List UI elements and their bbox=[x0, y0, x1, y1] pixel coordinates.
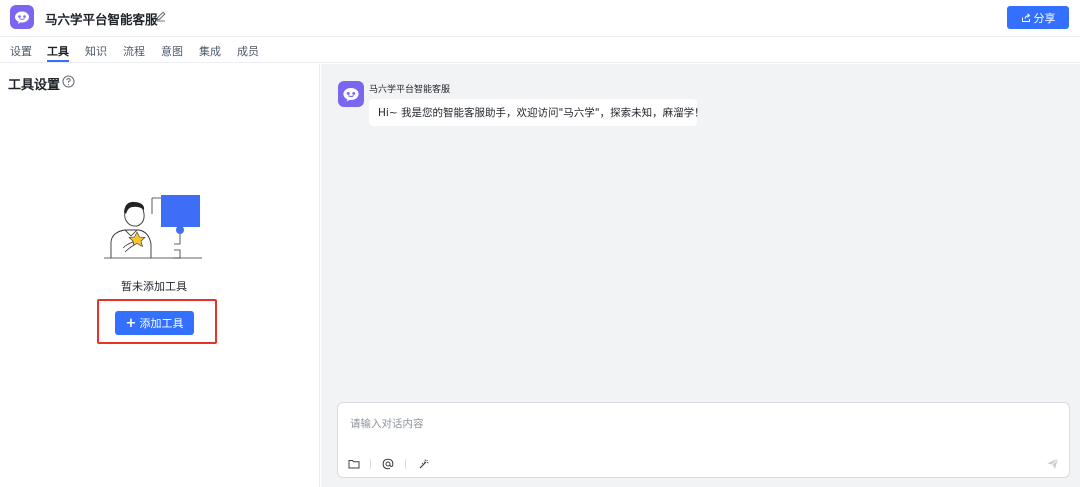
share-icon bbox=[1021, 12, 1030, 22]
tools-panel: 工具设置 暂未添加工具 + 添加工具 bbox=[0, 64, 320, 487]
app-title: 马六学平台智能客服 bbox=[45, 12, 158, 27]
empty-state-illustration bbox=[104, 195, 202, 259]
tab-workflow[interactable]: 流程 bbox=[123, 43, 145, 59]
chat-input-box[interactable]: 请输入对话内容 bbox=[337, 402, 1070, 478]
question-circle-icon[interactable] bbox=[62, 75, 75, 88]
bot-avatar bbox=[338, 81, 364, 107]
magic-wand-icon[interactable] bbox=[418, 458, 430, 470]
send-icon[interactable] bbox=[1046, 457, 1059, 470]
active-tab-indicator bbox=[47, 60, 69, 62]
chat-preview: 马六学平台智能客服 Hi~ 我是您的智能客服助手，欢迎访问"马六学"，探索未知，… bbox=[321, 64, 1080, 487]
add-tool-button[interactable]: + 添加工具 bbox=[115, 311, 194, 335]
toolbar-divider bbox=[370, 459, 371, 469]
top-bar: 马六学平台智能客服 分享 bbox=[0, 0, 1080, 37]
empty-state-text: 暂未添加工具 bbox=[121, 280, 187, 293]
tab-knowledge[interactable]: 知识 bbox=[85, 43, 107, 59]
pencil-icon[interactable] bbox=[155, 10, 167, 22]
tab-bar: 设置 工具 知识 流程 意图 集成 成员 bbox=[0, 37, 1080, 63]
tab-integration[interactable]: 集成 bbox=[199, 43, 221, 59]
add-tool-label: 添加工具 bbox=[139, 317, 184, 330]
chat-bot-icon bbox=[343, 88, 359, 102]
chat-input-placeholder: 请输入对话内容 bbox=[350, 418, 424, 430]
tab-settings[interactable]: 设置 bbox=[10, 43, 32, 59]
toolbar-divider bbox=[405, 459, 406, 469]
tab-intent[interactable]: 意图 bbox=[161, 43, 183, 59]
tab-members[interactable]: 成员 bbox=[237, 43, 259, 59]
at-icon[interactable] bbox=[382, 458, 394, 470]
share-label: 分享 bbox=[1033, 11, 1056, 25]
app-logo bbox=[10, 5, 34, 29]
panel-title: 工具设置 bbox=[8, 78, 61, 93]
folder-icon[interactable] bbox=[348, 458, 360, 470]
plus-icon: + bbox=[125, 315, 137, 331]
chat-bot-icon bbox=[15, 11, 29, 24]
welcome-message: Hi~ 我是您的智能客服助手，欢迎访问"马六学"，探索未知，麻溜学！ bbox=[369, 99, 705, 126]
tab-tools[interactable]: 工具 bbox=[47, 43, 69, 59]
bot-name: 马六学平台智能客服 bbox=[369, 85, 451, 95]
share-button[interactable]: 分享 bbox=[1007, 6, 1069, 29]
